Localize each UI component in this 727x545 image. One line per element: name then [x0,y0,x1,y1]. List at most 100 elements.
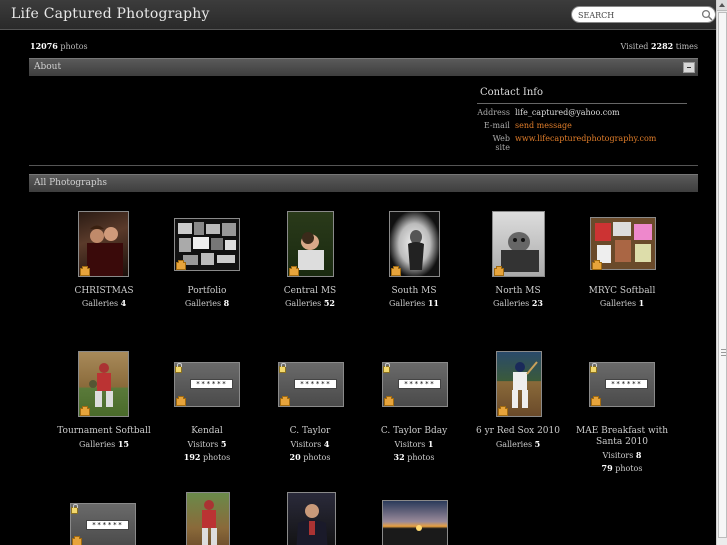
lock-icon [175,363,182,373]
folder-icon [498,406,508,416]
photo-count-label: photos [60,42,88,51]
folder-icon [176,396,186,406]
photos-value: 32 [393,452,405,462]
album-name[interactable]: CHRISTMAS [54,286,154,297]
album-name[interactable]: Central MS [260,286,360,297]
stat-label: Visitors [602,451,634,460]
search-icon[interactable] [701,9,713,21]
scroll-grip [721,349,726,358]
stat-label: Galleries [493,299,530,308]
stat-value: 1 [427,439,434,449]
about-section-header[interactable]: About [29,58,698,76]
baseball-player-photo [202,500,217,545]
scroll-thumb[interactable] [718,12,727,538]
password-field[interactable]: ****** [190,379,233,389]
album-stat: Galleries 4 [54,298,154,308]
album-stat: Galleries 15 [54,439,154,449]
folder-icon [494,266,504,276]
stat-label: Galleries [285,299,322,308]
stat-value: 52 [323,298,335,308]
stat-value: 23 [531,298,543,308]
folder-icon [72,536,82,545]
album-thumbnail[interactable] [287,492,336,545]
contact-address: Address life_captured@yahoo.com [477,108,687,117]
photo-count-value: 12076 [30,41,58,51]
album-stat: Galleries 52 [260,298,360,308]
password-field[interactable]: ****** [294,379,337,389]
contact-key: Address [477,108,510,117]
stat-value: 5 [534,439,541,449]
vertical-scrollbar[interactable] [716,0,727,545]
send-message-link[interactable]: send message [510,121,572,130]
folder-icon [289,266,299,276]
site-header: Life Captured Photography [0,0,716,30]
website-link[interactable]: www.lifecapturedphotography.com [510,134,656,152]
section-divider [29,165,698,166]
album-name[interactable]: Portfolio [157,286,257,297]
stat-value: 8 [223,298,230,308]
all-photographs-header[interactable]: All Photographs [29,174,698,192]
stat-value: 4 [120,298,127,308]
photos-value: 20 [289,452,301,462]
album-name[interactable]: North MS [468,286,568,297]
stat-label: Galleries [184,299,222,308]
contact-website: Web site www.lifecapturedphotography.com [477,134,687,152]
password-field[interactable]: ****** [86,520,129,530]
album-name[interactable]: 6 yr Red Sox 2010 [468,426,568,437]
about-label: About [34,62,62,72]
album-stat: Galleries 1 [572,298,672,308]
album-thumbnail[interactable] [186,492,230,545]
album-name[interactable]: South MS [364,286,464,297]
folder-icon [80,266,90,276]
lock-icon [383,363,390,373]
album-stat: Visitors 8 [572,450,672,460]
search-input[interactable] [578,9,696,21]
photos-label: photos [303,453,331,462]
all-photographs-label: All Photographs [34,178,108,188]
album-name[interactable]: C. Taylor [260,426,360,437]
contact-title: Contact Info [477,87,687,104]
album-name[interactable]: C. Taylor Bday [364,426,464,437]
stat-value: 4 [323,439,330,449]
folder-icon [80,406,90,416]
contact-address-value: life_captured@yahoo.com [515,108,620,117]
album-stat: Galleries 11 [364,298,464,308]
photos-label: photos [407,453,435,462]
sunset-photo [416,525,422,531]
stat-label: Visitors [290,440,322,449]
folder-icon [384,396,394,406]
photos-label: photos [615,464,643,473]
collapse-about-button[interactable] [683,62,695,73]
album-photos: 79 photos [572,463,672,473]
album-stat: Galleries 5 [468,439,568,449]
album-stat: Galleries 23 [468,298,568,308]
lock-icon [71,504,78,514]
folder-icon [280,396,290,406]
album-name[interactable]: MRYC Softball [572,286,672,297]
search-box[interactable] [571,6,716,23]
photos-value: 192 [183,452,201,462]
stat-label: Galleries [79,440,116,449]
album-thumbnail[interactable] [382,500,448,545]
stat-value: 11 [427,298,439,308]
photos-value: 79 [601,463,613,473]
album-name[interactable]: Tournament Softball [54,426,154,437]
site-title[interactable]: Life Captured Photography [11,6,210,22]
password-field[interactable]: ****** [398,379,441,389]
visit-count-value: 2282 [650,41,674,51]
album-stat: Visitors 4 [260,439,360,449]
contact-email: E-mail send message [477,121,687,130]
contact-key: Web site [492,134,510,152]
password-field[interactable]: ****** [605,379,648,389]
contact-info: Contact Info Address life_captured@yahoo… [477,87,687,152]
album-name[interactable]: Kendal [157,426,257,437]
scroll-up-button[interactable] [717,0,727,11]
photo-count: 12076 photos [30,41,88,51]
visit-times-label: times [675,42,698,51]
portrait-photo [296,504,328,545]
stat-value: 1 [638,298,645,308]
visit-count: Visited 2282 times [621,41,699,51]
album-photos: 32 photos [364,452,464,462]
album-name[interactable]: MAE Breakfast with Santa 2010 [572,426,672,448]
album-stat: Galleries 8 [157,298,257,308]
